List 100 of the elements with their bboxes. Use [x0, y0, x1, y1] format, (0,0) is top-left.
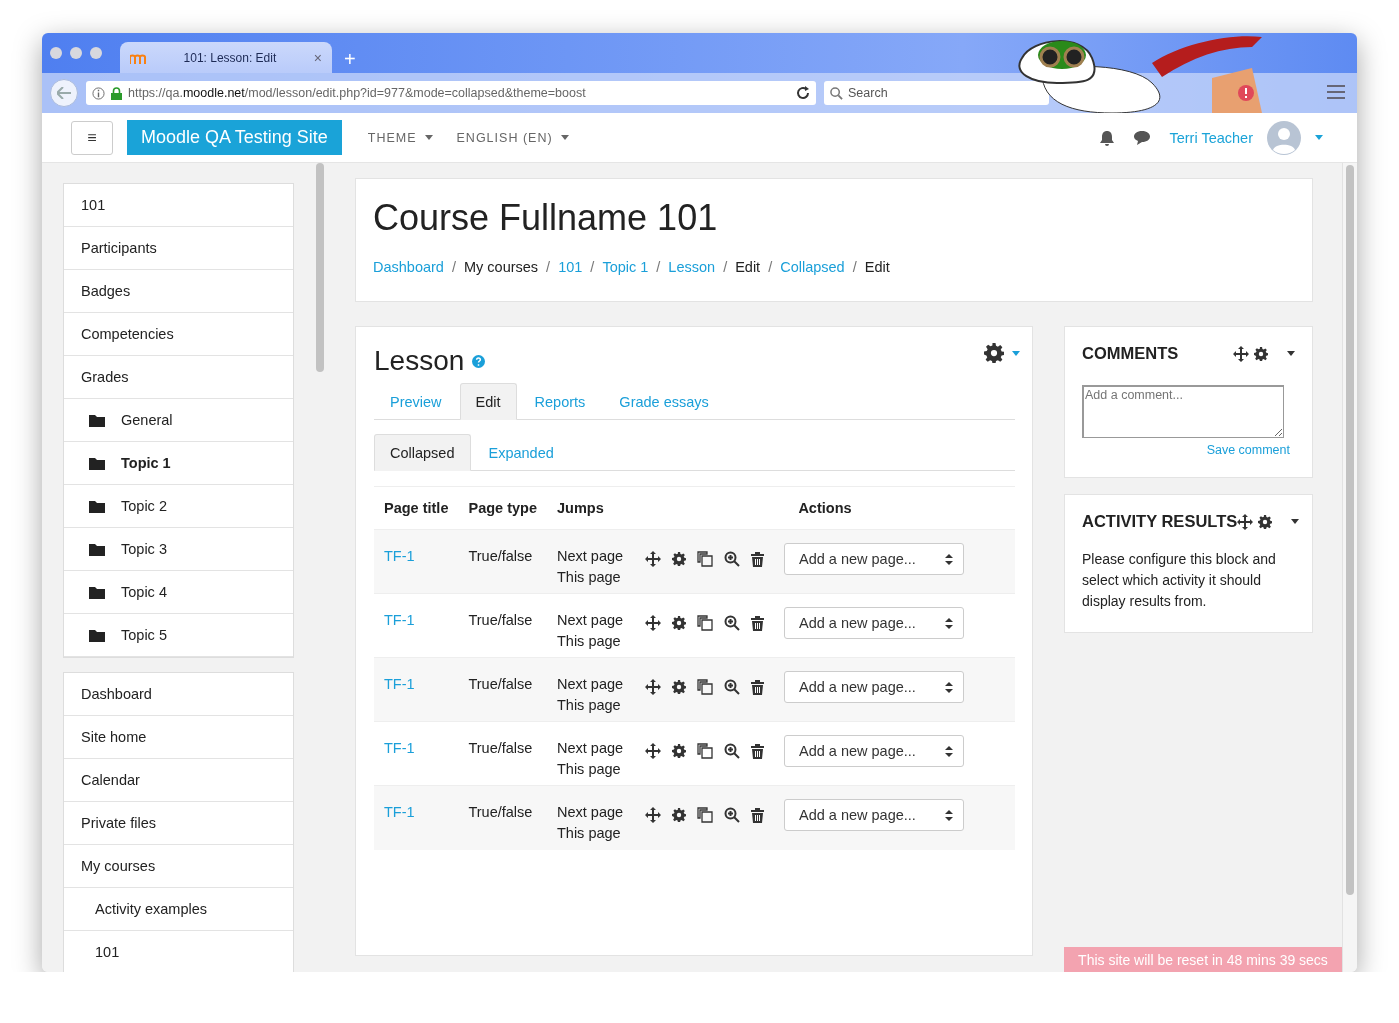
help-icon[interactable]: [472, 354, 486, 368]
jump-text: This page: [556, 824, 622, 843]
add-page-select[interactable]: Add a new page...: [783, 543, 964, 575]
trash-icon[interactable]: [750, 807, 764, 823]
jump-text: Next page: [556, 611, 625, 630]
drawer-link[interactable]: 101: [64, 184, 293, 227]
settings-icon[interactable]: [671, 808, 686, 822]
navbar-menu[interactable]: ENGLISH (EN): [456, 130, 569, 145]
trash-icon[interactable]: [750, 551, 764, 567]
window-close-dot[interactable]: [50, 47, 62, 59]
move-icon[interactable]: [644, 551, 661, 567]
drawer-link[interactable]: Dashboard: [64, 673, 293, 716]
section-link[interactable]: General: [64, 399, 293, 442]
alert-icon[interactable]: [1238, 85, 1254, 101]
section-link[interactable]: Topic 3: [64, 528, 293, 571]
scrollbar-thumb[interactable]: [1346, 165, 1354, 895]
section-label: Topic 1: [121, 455, 171, 471]
drawer-link[interactable]: Competencies: [64, 313, 293, 356]
zoom-icon[interactable]: [723, 551, 740, 567]
section-link[interactable]: Topic 5: [64, 614, 293, 657]
up-down-arrows-icon: [944, 745, 953, 757]
block-title: COMMENTS: [1082, 344, 1180, 363]
drawer-toggle-button[interactable]: ≡: [71, 120, 113, 155]
chat-icon[interactable]: [1133, 130, 1152, 145]
scrollbar-thumb[interactable]: [316, 163, 324, 372]
menu-icon[interactable]: [1327, 85, 1345, 99]
drawer-link[interactable]: Grades: [64, 356, 293, 399]
drawer-link[interactable]: Badges: [64, 270, 293, 313]
add-page-select[interactable]: Add a new page...: [783, 671, 964, 703]
jump-text: This page: [556, 760, 622, 779]
zoom-icon[interactable]: [723, 679, 740, 695]
section-link[interactable]: Topic 4: [64, 571, 293, 614]
add-page-select[interactable]: Add a new page...: [783, 735, 964, 767]
drawer-link[interactable]: Activity examples: [64, 888, 293, 931]
comment-field[interactable]: Add a comment...: [1082, 385, 1284, 438]
table-cell: True/false: [458, 785, 547, 850]
move-icon[interactable]: [644, 743, 661, 759]
caret-icon: [424, 135, 433, 140]
search-field[interactable]: Search: [824, 81, 1049, 105]
trash-icon[interactable]: [750, 615, 764, 631]
jump-text: Next page: [556, 803, 625, 822]
zoom-icon[interactable]: [723, 807, 740, 823]
navbar-menu[interactable]: THEME: [367, 130, 433, 145]
trash-icon[interactable]: [750, 743, 764, 759]
caret-icon[interactable]: [1291, 519, 1300, 524]
block-text: Please configure this block and select which activity it should display results from.: [1082, 550, 1277, 611]
drawer-link[interactable]: My courses: [64, 845, 293, 888]
window-zoom-dot[interactable]: [90, 47, 102, 59]
move-icon[interactable]: [1237, 513, 1254, 530]
breadcrumb-text: Edit: [864, 259, 890, 275]
up-down-arrows-icon: [944, 809, 953, 821]
add-page-select[interactable]: Add a new page...: [783, 799, 964, 831]
settings-icon[interactable]: [671, 744, 686, 758]
copy-icon[interactable]: [696, 551, 713, 567]
tab-close-button[interactable]: ×: [313, 49, 322, 66]
reload-icon[interactable]: [796, 86, 810, 100]
settings-icon[interactable]: [1254, 346, 1268, 361]
copy-icon[interactable]: [696, 807, 713, 823]
section-label: Topic 3: [121, 541, 167, 557]
breadcrumb-separator: /: [768, 259, 773, 275]
section-label: Topic 2: [121, 498, 167, 514]
section-link[interactable]: Topic 2: [64, 485, 293, 528]
move-icon[interactable]: [644, 615, 661, 631]
copy-icon[interactable]: [696, 679, 713, 695]
tab[interactable]: Collapsed: [374, 434, 471, 471]
move-icon[interactable]: [644, 679, 661, 695]
up-down-arrows-icon: [944, 617, 953, 629]
address-field[interactable]: https://qa.moodle.net/mod/lesson/edit.php?id=977&mode=collapsed&theme=boost: [86, 81, 816, 105]
drawer-link[interactable]: Private files: [64, 802, 293, 845]
tab[interactable]: Edit: [459, 383, 517, 420]
up-down-arrows-icon: [944, 553, 953, 565]
settings-icon[interactable]: [1258, 514, 1273, 529]
move-icon[interactable]: [1233, 345, 1249, 362]
add-page-select[interactable]: Add a new page...: [783, 607, 964, 639]
settings-icon[interactable]: [671, 616, 686, 630]
folder-icon: [89, 413, 105, 427]
settings-menu-button[interactable]: [984, 343, 1020, 363]
drawer-link[interactable]: Participants: [64, 227, 293, 270]
copy-icon[interactable]: [696, 743, 713, 759]
copy-icon[interactable]: [696, 615, 713, 631]
browser-tab[interactable]: 101: Lesson: Edit ×: [120, 42, 332, 73]
section-link[interactable]: Topic 1: [64, 442, 293, 485]
info-icon[interactable]: [92, 86, 105, 100]
zoom-icon[interactable]: [723, 743, 740, 759]
drawer-link[interactable]: 101: [64, 931, 293, 972]
settings-icon[interactable]: [671, 680, 686, 694]
trash-icon[interactable]: [750, 679, 764, 695]
breadcrumb-separator: /: [546, 259, 551, 275]
drawer-link[interactable]: Calendar: [64, 759, 293, 802]
reset-notice: This site will be reset in 48 mins 39 secs: [1078, 951, 1328, 968]
window-minimize-dot[interactable]: [70, 47, 82, 59]
drawer-link[interactable]: Site home: [64, 716, 293, 759]
folder-icon: [89, 542, 105, 556]
move-icon[interactable]: [644, 807, 661, 823]
caret-icon: [560, 135, 569, 140]
zoom-icon[interactable]: [723, 615, 740, 631]
user-menu-caret-icon[interactable]: [1315, 135, 1323, 140]
bell-icon[interactable]: [1099, 129, 1116, 146]
caret-icon[interactable]: [1287, 351, 1295, 356]
settings-icon[interactable]: [671, 552, 686, 566]
